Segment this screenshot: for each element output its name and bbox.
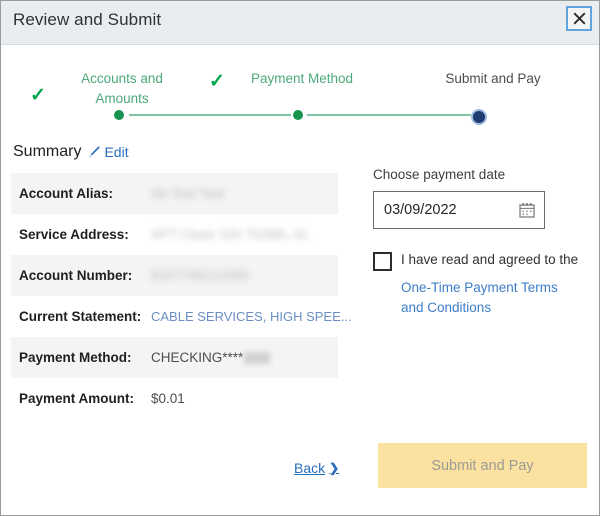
payment-options-panel: Choose payment date 03/09/2022 I have re… <box>373 167 585 319</box>
row-label: Current Statement: <box>19 309 142 324</box>
pencil-icon <box>87 145 101 159</box>
step-3-dot <box>471 109 487 125</box>
row-label: Payment Amount: <box>19 391 135 406</box>
payment-date-label: Choose payment date <box>373 167 506 182</box>
step-1-dot[interactable] <box>114 110 124 120</box>
row-value: $0.01 <box>151 391 185 406</box>
one-time-payment-terms-link[interactable]: One-Time Payment Terms and Conditions <box>401 278 583 319</box>
close-button[interactable] <box>566 6 592 31</box>
modal-header: Review and Submit <box>1 1 599 45</box>
summary-title: Summary <box>13 143 82 160</box>
submit-and-pay-button[interactable]: Submit and Pay <box>378 443 587 488</box>
payment-date-field[interactable] <box>373 191 545 229</box>
step-1-check-icon: ✓ <box>30 85 46 106</box>
row-value: 8247749212345 <box>151 268 249 283</box>
review-and-submit-modal: Review and Submit ✓ Accounts and Amounts… <box>0 0 600 516</box>
redacted-mask <box>244 352 271 364</box>
terms-agreement-label: I have read and agreed to the <box>401 252 579 267</box>
step-2-dot[interactable] <box>293 110 303 120</box>
chevron-right-icon: ❯ <box>329 461 340 475</box>
terms-agreement-row: I have read and agreed to the <box>373 251 585 271</box>
table-row: Service Address: APT Close 100 7028th, A… <box>11 214 338 255</box>
stepper-track-segment-2 <box>307 114 471 116</box>
summary-header: Summary Edit <box>13 143 129 161</box>
row-label: Service Address: <box>19 227 129 242</box>
step-3-label: Submit and Pay <box>445 71 541 86</box>
row-value: APT Close 100 7028th, AL <box>151 227 310 242</box>
payment-date-input[interactable] <box>374 201 514 219</box>
row-label: Account Number: <box>19 268 133 283</box>
row-value: CABLE SERVICES, HIGH SPEE... <box>151 309 352 324</box>
row-label: Payment Method: <box>19 350 132 365</box>
modal-body: Summary Edit Account Alias: Ab Test Test… <box>1 137 599 515</box>
stepper-track <box>1 105 599 125</box>
page-title: Review and Submit <box>13 10 162 29</box>
terms-agreement-checkbox[interactable] <box>373 252 392 271</box>
edit-summary-link[interactable]: Edit <box>87 144 129 160</box>
row-label: Account Alias: <box>19 186 114 201</box>
step-2-label[interactable]: Payment Method <box>232 69 372 89</box>
progress-stepper: ✓ Accounts and Amounts ✓ Payment Method … <box>1 45 599 137</box>
table-row: Payment Method: CHECKING**** <box>11 337 338 378</box>
step-2-check-icon: ✓ <box>209 71 225 92</box>
table-row: Current Statement: CABLE SERVICES, HIGH … <box>11 296 352 337</box>
row-value: CHECKING**** <box>151 350 271 365</box>
step-1-label[interactable]: Accounts and Amounts <box>61 69 183 108</box>
table-row: Account Number: 8247749212345 <box>11 255 338 296</box>
back-label: Back <box>294 460 326 476</box>
calendar-icon[interactable] <box>519 202 535 218</box>
terms-agreement-block: I have read and agreed to the One-Time P… <box>373 251 585 319</box>
back-link[interactable]: Back ❯ <box>294 460 339 476</box>
table-row: Account Alias: Ab Test Test <box>11 173 338 214</box>
edit-summary-label: Edit <box>104 144 129 160</box>
stepper-track-segment-1 <box>129 114 291 116</box>
close-icon <box>573 12 586 25</box>
row-value: Ab Test Test <box>151 186 225 201</box>
table-row: Payment Amount: $0.01 <box>11 378 338 419</box>
summary-table: Account Alias: Ab Test Test Service Addr… <box>11 173 352 419</box>
